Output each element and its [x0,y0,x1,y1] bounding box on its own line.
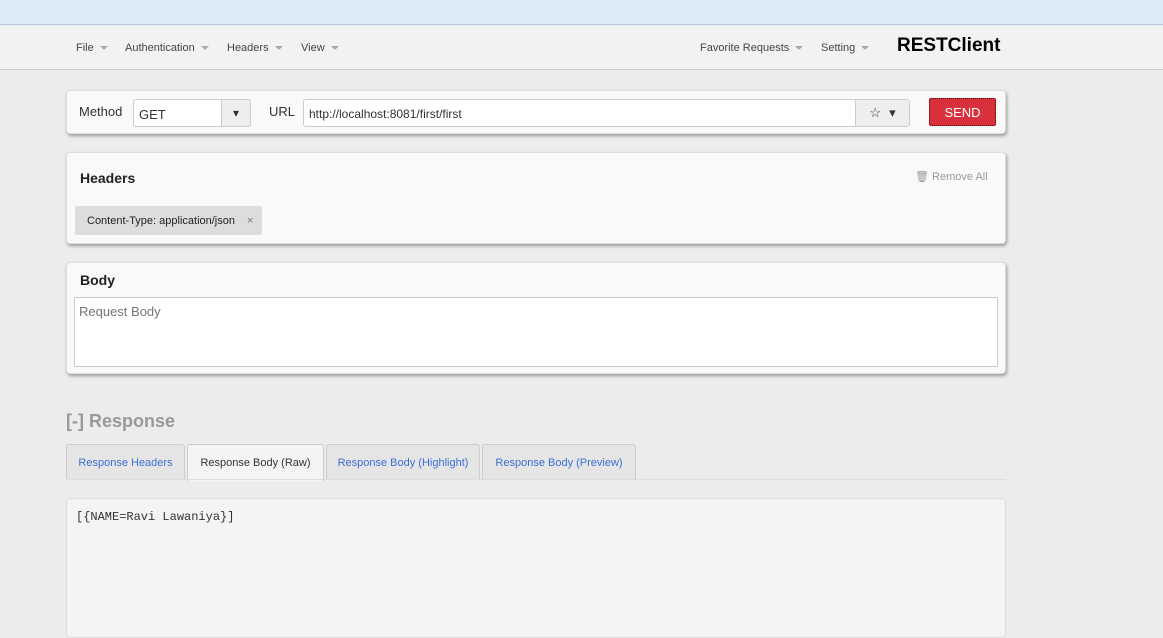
request-panel: Method GET ▾ URL http://localhost:8081/f… [66,90,1006,134]
send-button[interactable]: SEND [929,98,996,126]
headers-title: Headers [80,170,136,186]
chevron-down-icon[interactable]: ▾ [221,99,251,127]
url-value: http://localhost:8081/first/first [309,107,462,121]
caret-down-icon [274,46,283,51]
body-panel: Body [66,262,1006,374]
url-label: URL [269,104,296,119]
menu-label: Setting [821,42,856,54]
tab-response-headers[interactable]: Response Headers [66,444,185,480]
tab-response-body-preview[interactable]: Response Body (Preview) [482,444,636,480]
remove-all-label: Remove All [932,171,988,183]
caret-down-icon [200,46,209,51]
menu-label: Authentication [125,42,195,54]
caret-down-icon [99,46,108,51]
response-title[interactable]: [-] Response [66,411,175,432]
brand-logo: RESTClient [897,35,1001,56]
menu-file[interactable]: File [76,42,108,54]
method-select[interactable]: GET ▾ [133,99,251,127]
method-label: Method [79,104,123,119]
request-body-input[interactable] [74,297,998,367]
menu-label: View [301,42,325,54]
remove-all-button[interactable]: 🗑 Remove All [915,170,988,183]
trash-icon: 🗑 [915,171,929,183]
browser-top-strip [0,0,1163,25]
navbar: File Authentication Headers View Favorit… [0,26,1163,70]
caret-down-icon [330,46,339,51]
menu-headers[interactable]: Headers [227,42,283,54]
caret-down-icon [861,46,870,51]
caret-down-icon [795,46,804,51]
menu-label: Favorite Requests [700,42,790,54]
menu-favorite-requests[interactable]: Favorite Requests [700,42,804,54]
tab-response-body-highlight[interactable]: Response Body (Highlight) [326,444,480,480]
tab-response-body-raw[interactable]: Response Body (Raw) [187,444,324,481]
response-body: [{NAME=Ravi Lawaniya}] [66,498,1006,638]
menu-label: Headers [227,42,269,54]
header-tag: Content-Type: application/json × [75,206,262,235]
favorite-controls: ☆ ▾ [855,99,910,127]
tab-divider [66,479,1006,480]
url-input[interactable]: http://localhost:8081/first/first ☆ ▾ [303,99,910,127]
headers-panel: Headers 🗑 Remove All Content-Type: appli… [66,152,1006,244]
chevron-down-icon[interactable]: ▾ [889,105,896,121]
menu-authentication[interactable]: Authentication [125,42,209,54]
star-icon[interactable]: ☆ [869,105,881,121]
close-icon[interactable]: × [247,215,253,227]
menu-view[interactable]: View [301,42,339,54]
menu-setting[interactable]: Setting [821,42,870,54]
header-tag-text: Content-Type: application/json [87,214,235,227]
menu-label: File [76,42,94,54]
method-value: GET [139,107,166,122]
body-title: Body [80,272,115,288]
